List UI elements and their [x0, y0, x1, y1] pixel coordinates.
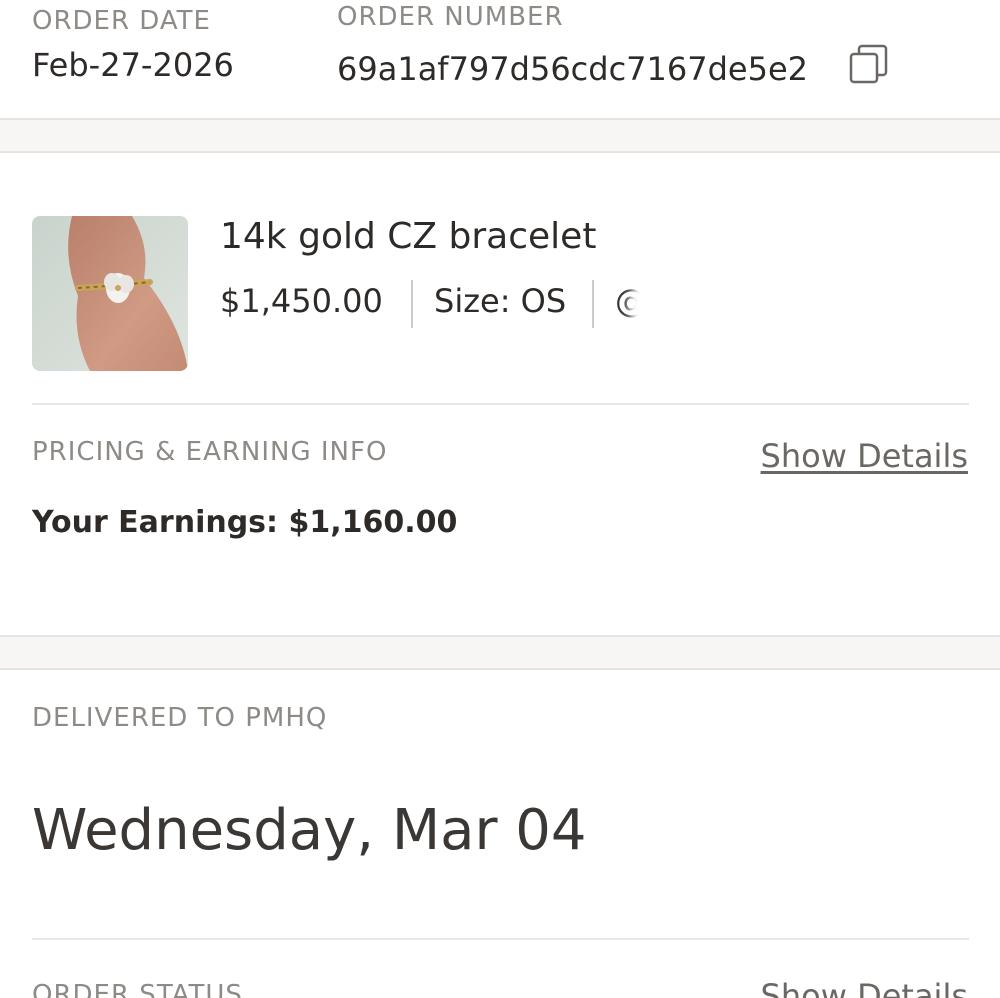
- order-date-value: Feb-27-2026: [32, 46, 234, 84]
- pricing-section-label: PRICING & EARNING INFO: [32, 437, 388, 467]
- item-thumbnail[interactable]: [32, 216, 188, 371]
- copy-icon[interactable]: [849, 44, 889, 84]
- divider: [592, 280, 594, 328]
- pricing-show-details-link[interactable]: Show Details: [761, 437, 968, 475]
- item-title[interactable]: 14k gold CZ bracelet: [220, 216, 596, 257]
- order-header: ORDER DATE Feb-27-2026 ORDER NUMBER 69a1…: [0, 0, 1000, 118]
- section-separator: [0, 635, 1000, 670]
- divider: [32, 403, 969, 405]
- divider: [32, 938, 969, 940]
- order-number-value: 69a1af797d56cdc7167de5e2: [337, 50, 809, 88]
- delivery-date: Wednesday, Mar 04: [32, 798, 587, 863]
- status-show-details-link[interactable]: Show Details: [761, 977, 968, 998]
- order-date-label: ORDER DATE: [32, 6, 211, 36]
- item-price: $1,450.00: [220, 282, 383, 320]
- divider: [411, 280, 413, 328]
- order-number-label: ORDER NUMBER: [337, 2, 564, 32]
- order-status-label: ORDER STATUS: [32, 980, 243, 998]
- earnings-value: Your Earnings: $1,160.00: [32, 505, 458, 540]
- order-details-page: ORDER DATE Feb-27-2026 ORDER NUMBER 69a1…: [0, 0, 1000, 998]
- delivery-label: DELIVERED TO PMHQ: [32, 703, 328, 733]
- item-size: Size: OS: [434, 282, 567, 320]
- redaction-mask: [625, 260, 807, 338]
- section-separator: [0, 118, 1000, 153]
